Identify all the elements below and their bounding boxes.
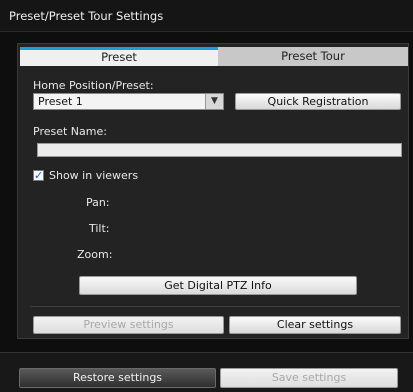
window-titlebar: Preset/Preset Tour Settings — [0, 0, 413, 32]
preset-name-label: Preset Name: — [33, 125, 107, 138]
chevron-down-icon[interactable]: ▼ — [205, 94, 223, 109]
window-title: Preset/Preset Tour Settings — [9, 9, 164, 23]
tilt-label: Tilt: — [89, 222, 110, 235]
show-in-viewers-label: Show in viewers — [49, 169, 139, 182]
save-settings-button[interactable]: Save settings — [220, 368, 398, 388]
preset-name-field[interactable] — [37, 143, 402, 157]
home-position-label: Home Position/Preset: — [33, 79, 154, 92]
quick-registration-button[interactable]: Quick Registration — [235, 93, 401, 110]
tab-preset-tour[interactable]: Preset Tour — [218, 47, 408, 66]
clear-settings-button[interactable]: Clear settings — [229, 316, 401, 334]
tab-preset[interactable]: Preset — [20, 47, 218, 66]
preview-settings-button[interactable]: Preview settings — [33, 316, 224, 334]
show-in-viewers-checkbox[interactable]: ✓ — [33, 170, 44, 181]
get-digital-ptz-info-button[interactable]: Get Digital PTZ Info — [79, 276, 357, 295]
zoom-label: Zoom: — [77, 248, 113, 261]
preset-select-value: Preset 1 — [38, 95, 83, 108]
preset-select[interactable]: Preset 1 ▼ — [33, 93, 224, 110]
restore-settings-button[interactable]: Restore settings — [19, 368, 216, 388]
divider — [30, 306, 400, 307]
pan-label: Pan: — [86, 196, 110, 209]
checkmark-icon: ✓ — [34, 169, 44, 182]
